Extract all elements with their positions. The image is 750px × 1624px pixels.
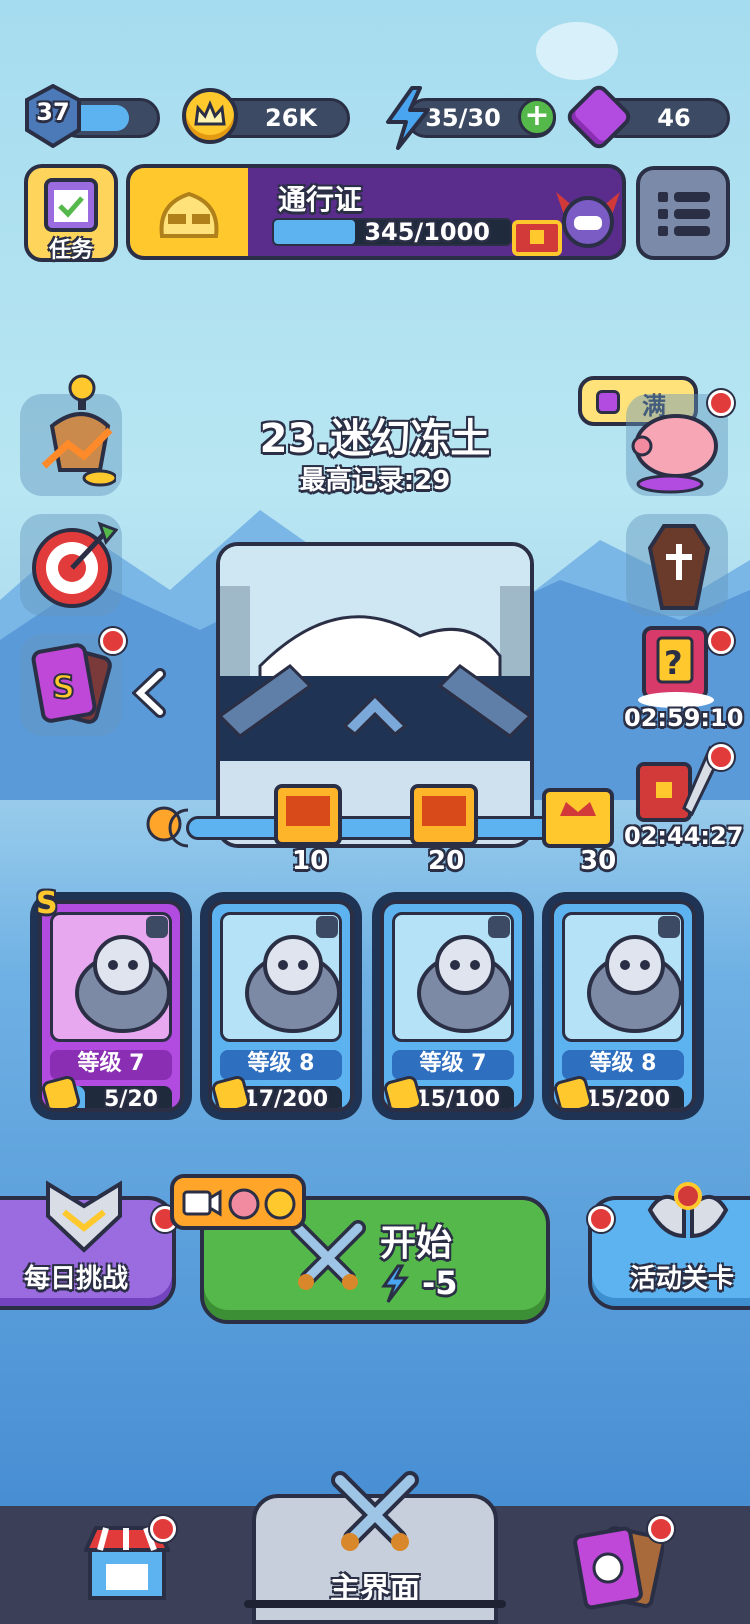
chest-icon <box>274 784 342 846</box>
target-button[interactable] <box>20 514 122 616</box>
menu-list-icon <box>658 192 710 236</box>
video-boost-button[interactable] <box>170 1174 306 1230</box>
hero-card[interactable]: 等级 7 5/20 S <box>30 886 192 1120</box>
hero-shard-text: 15/100 <box>415 1087 500 1112</box>
svg-text:?: ? <box>664 644 683 682</box>
milestone-progress-bar <box>186 816 562 840</box>
event-notification-dot <box>588 1206 614 1232</box>
stage-best-record: 最高记录:29 <box>299 466 451 496</box>
stage-preview[interactable] <box>216 542 534 848</box>
hero-shard-text: 15/200 <box>585 1087 670 1112</box>
hero-rank-badge: S <box>36 886 58 921</box>
chest-icon <box>410 784 478 846</box>
start-label: 开始 <box>380 1223 453 1264</box>
hero-card-frame: 等级 7 15/100 <box>380 900 526 1112</box>
cards-notification-dot <box>648 1516 674 1542</box>
tasks-button[interactable]: 任务 <box>24 164 118 263</box>
chest-notification-dot <box>708 744 734 770</box>
mystery-card-notification-dot <box>708 628 734 654</box>
hero-card-frame: 等级 8 17/200 <box>208 900 354 1112</box>
milestone-chest-30[interactable]: 30 <box>540 780 622 884</box>
coins-value: 26K <box>265 104 317 132</box>
s-card-notification-dot <box>100 628 126 654</box>
milestone-chest-20[interactable]: 20 <box>408 780 480 884</box>
pass-title: 通行证 <box>278 183 363 216</box>
level-badge[interactable]: 37 <box>24 83 82 149</box>
hero-card[interactable]: 等级 8 15/200 <box>542 892 704 1120</box>
home-indicator <box>244 1600 506 1608</box>
stage-title: 23.迷幻冻土 <box>259 416 491 462</box>
winged-helmet-icon <box>556 192 620 248</box>
chest-timer: 02:44:27 <box>624 822 744 850</box>
bat-icon <box>146 916 168 938</box>
hero-shard-text: 17/200 <box>243 1087 328 1112</box>
battle-pass-banner[interactable]: 通行证 345/1000 <box>126 164 626 260</box>
daily-challenge-label: 每日挑战 <box>24 1264 129 1294</box>
winged-sword-icon <box>647 1182 729 1239</box>
pass-ticket <box>130 168 248 256</box>
svg-text:S: S <box>52 668 75 706</box>
fire-icon <box>488 916 510 938</box>
gem-icon <box>563 81 635 153</box>
shop-notification-dot <box>150 1516 176 1542</box>
sun-moon-icon <box>146 806 189 848</box>
lightning-icon <box>381 1264 409 1303</box>
mystery-card-timer: 02:59:10 <box>624 704 744 732</box>
gems-value: 46 <box>657 104 691 132</box>
player-level: 37 <box>36 98 70 126</box>
game-main-screen: { "top_bar":{"level":"37","coins":"26K",… <box>0 0 750 1624</box>
sunglasses-blob-icon <box>159 191 219 238</box>
hero-card[interactable]: 等级 7 15/100 <box>372 892 534 1120</box>
daily-challenge-button[interactable]: 每日挑战 <box>0 1180 176 1310</box>
hero-card-frame: 等级 8 15/200 <box>550 900 696 1112</box>
hero-card-frame: 等级 7 5/20 <box>38 900 184 1112</box>
sword-icon <box>316 916 338 938</box>
milestone-label: 20 <box>428 846 465 876</box>
start-energy-cost: -5 <box>422 1264 458 1302</box>
milestone-label: 30 <box>580 846 617 876</box>
chevron-left-icon[interactable] <box>132 668 168 718</box>
home-crossed-swords-icon <box>331 1471 419 1551</box>
milestone-chest-10[interactable]: 10 <box>272 780 344 884</box>
hero-shard-text: 5/20 <box>104 1087 158 1112</box>
shield-chevron-icon <box>46 1180 122 1253</box>
pass-progress-bar: 345/1000 <box>272 218 512 246</box>
menu-button[interactable] <box>636 166 730 260</box>
coffin-button[interactable] <box>626 514 728 616</box>
crown-chest-icon <box>542 788 614 848</box>
coffin-icon <box>647 524 711 610</box>
hero-card[interactable]: 等级 8 17/200 <box>200 892 362 1120</box>
event-stage-label: 活动关卡 <box>630 1264 735 1294</box>
pass-progress-text: 345/1000 <box>364 218 490 246</box>
milestone-label: 10 <box>292 846 329 876</box>
tasks-label: 任务 <box>48 238 93 263</box>
potion-icon <box>658 916 680 938</box>
video-boost-icons <box>182 1188 296 1220</box>
frozen-stage-art <box>220 546 530 844</box>
s-card-icon: S <box>31 643 112 724</box>
lightning-icon <box>386 86 430 150</box>
crown-coin-icon <box>182 88 238 144</box>
cloud <box>536 22 618 80</box>
add-energy-button[interactable]: + <box>518 98 556 136</box>
target-icon <box>32 521 118 608</box>
crossed-swords-icon <box>290 1220 366 1290</box>
clipboard-icon <box>44 178 98 232</box>
